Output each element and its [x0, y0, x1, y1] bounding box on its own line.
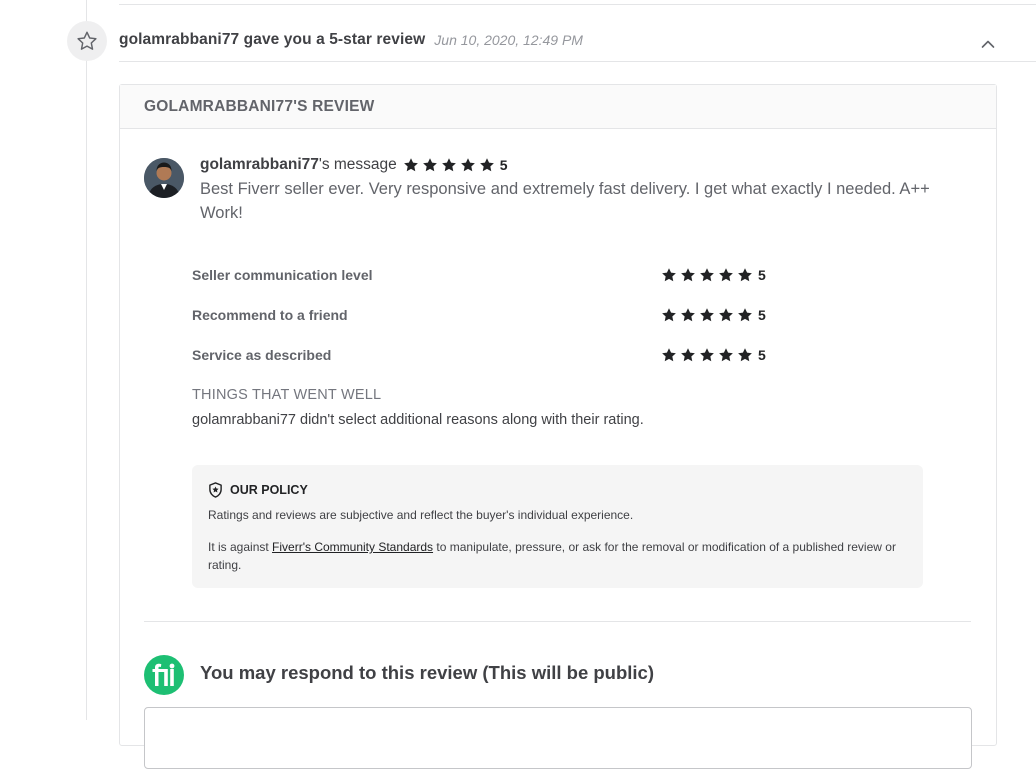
star-icon [737, 307, 753, 323]
star-icon [479, 157, 495, 173]
star-icon [699, 267, 715, 283]
fiverr-logo [144, 655, 184, 695]
policy-text: Ratings and reviews are subjective and r… [208, 508, 634, 522]
criteria-label: Seller communication level [192, 267, 373, 283]
rating-criteria: Seller communication level 5 Recommend t… [192, 255, 812, 375]
avatar[interactable] [144, 158, 184, 198]
criteria-row: Service as described 5 [192, 335, 812, 375]
fiverr-logo-icon [152, 663, 175, 686]
response-input[interactable] [144, 707, 972, 769]
criteria-value: 5 [758, 267, 766, 283]
criteria-value: 5 [758, 347, 766, 363]
went-well-text: golamrabbani77 didn't select additional … [192, 412, 644, 428]
review-card-header: GOLAMRABBANI77'S REVIEW [120, 85, 996, 129]
divider [119, 4, 1036, 5]
star-icon [661, 267, 677, 283]
star-icon [718, 267, 734, 283]
timeline-line [86, 0, 87, 720]
review-card: GOLAMRABBANI77'S REVIEW golamrabbani77's… [119, 84, 997, 769]
chevron-up-icon [981, 40, 995, 48]
policy-title: OUR POLICY [230, 483, 308, 497]
overall-rating-value: 5 [499, 157, 508, 173]
divider [119, 61, 1036, 62]
event-title: golamrabbani77 gave you a 5-star review [119, 31, 426, 48]
event-date: Jun 10, 2020, 12:49 PM [434, 32, 583, 48]
event-header: golamrabbani77 gave you a 5-star review … [119, 29, 1019, 51]
collapse-button[interactable] [976, 34, 1000, 54]
star-icon [422, 157, 438, 173]
star-icon [718, 347, 734, 363]
star-icon [403, 157, 419, 173]
policy-header: OUR POLICY [208, 482, 308, 498]
criteria-label: Service as described [192, 347, 332, 363]
overall-rating-stars [403, 157, 498, 173]
went-well-title: THINGS THAT WENT WELL [192, 387, 382, 403]
star-icon [680, 307, 696, 323]
divider [144, 621, 971, 622]
message-author: golamrabbani77's message [200, 156, 397, 173]
criteria-label: Recommend to a friend [192, 307, 348, 323]
star-icon [737, 347, 753, 363]
message-header: golamrabbani77's message 5 [200, 155, 508, 175]
star-icon [661, 347, 677, 363]
star-icon [699, 347, 715, 363]
policy-box: OUR POLICY Ratings and reviews are subje… [192, 465, 923, 588]
star-icon [737, 267, 753, 283]
star-icon [699, 307, 715, 323]
criteria-stars: 5 [661, 267, 766, 283]
criteria-stars: 5 [661, 347, 766, 363]
star-icon [661, 307, 677, 323]
star-icon [460, 157, 476, 173]
policy-text: It is against Fiverr's Community Standar… [208, 540, 896, 572]
star-icon [718, 307, 734, 323]
review-card-title: GOLAMRABBANI77'S REVIEW [144, 97, 375, 115]
criteria-value: 5 [758, 307, 766, 323]
shield-icon [209, 482, 222, 498]
criteria-row: Recommend to a friend 5 [192, 295, 812, 335]
star-icon [680, 267, 696, 283]
star-icon [441, 157, 457, 173]
criteria-row: Seller communication level 5 [192, 255, 812, 295]
community-standards-link[interactable]: Fiverr's Community Standards [272, 540, 433, 554]
review-message: Best Fiverr seller ever. Very responsive… [200, 180, 930, 222]
star-outline-icon [67, 21, 107, 61]
star-icon [680, 347, 696, 363]
respond-title: You may respond to this review (This wil… [200, 662, 654, 683]
criteria-stars: 5 [661, 307, 766, 323]
